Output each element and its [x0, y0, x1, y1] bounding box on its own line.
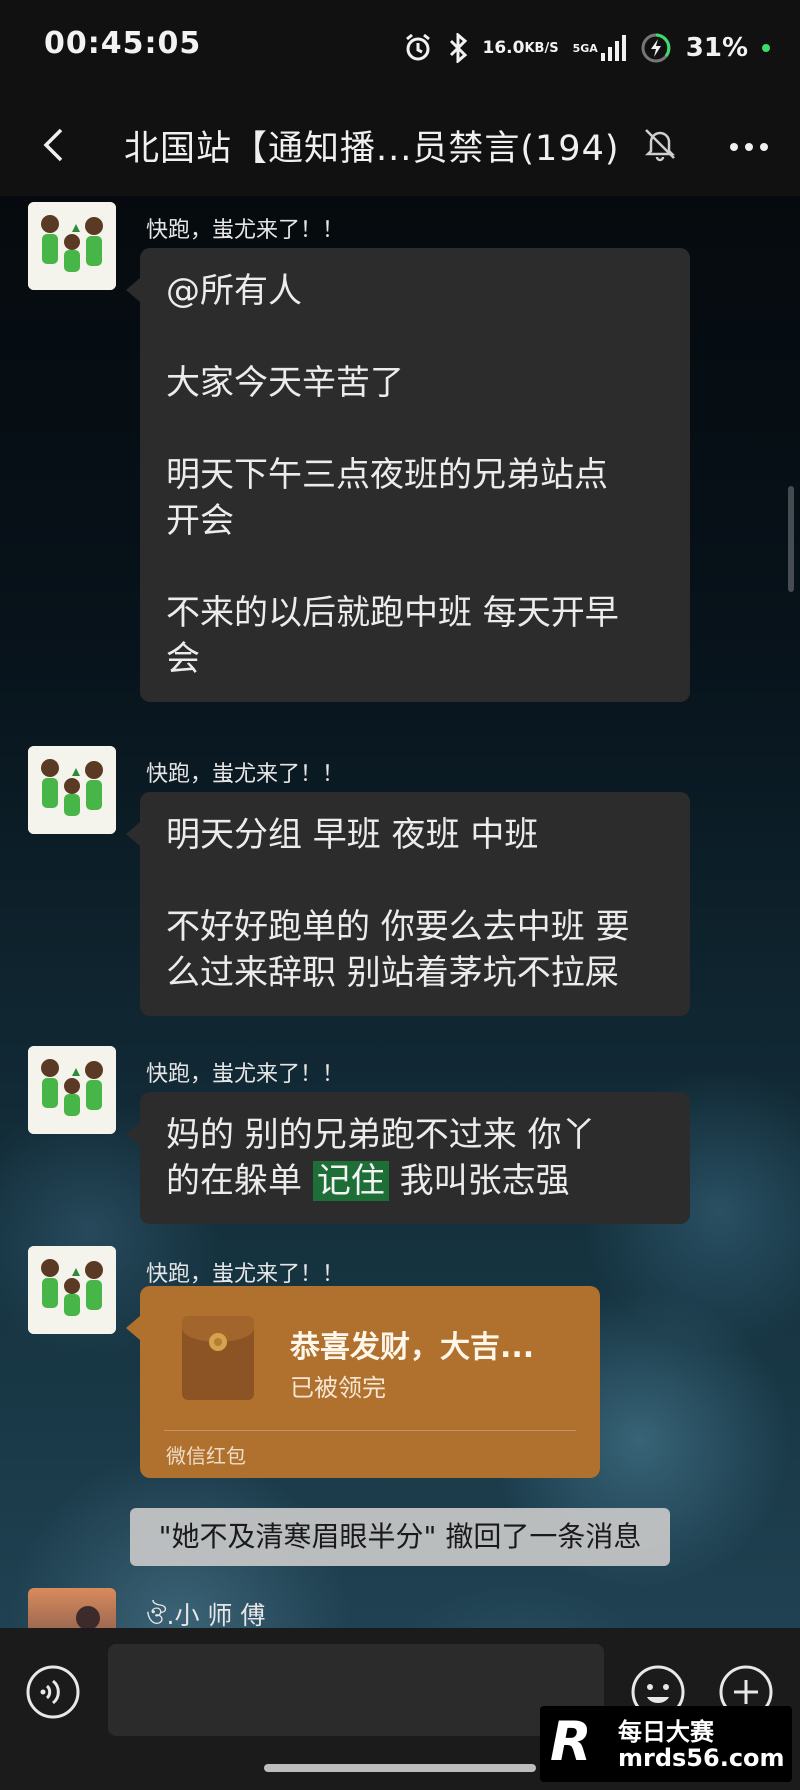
status-bar: 00:45:05 16.0 KB/S 5GA 31%: [0, 0, 800, 96]
bell-muted-icon: [640, 124, 680, 168]
more-dots-icon: [730, 143, 768, 151]
watermark-r-mark: R: [550, 1710, 592, 1773]
message-bubble[interactable]: @所有人 大家今天辛苦了 明天下午三点夜班的兄弟站点 开会 不来的以后就跑中班 …: [126, 248, 690, 702]
message-bubble[interactable]: 妈的 别的兄弟跑不过来 你丫 的在躲单 记住 我叫张志强: [126, 1092, 690, 1224]
sender-name: 快跑，蚩尤来了！！: [146, 762, 345, 787]
network-speed: 16.0 KB/S: [482, 37, 559, 58]
battery-charging-icon: [640, 32, 672, 64]
chat-header: 北国站【通知播...员禁言(194): [0, 96, 800, 196]
alarm-icon: [403, 33, 433, 63]
message-bubble[interactable]: 明天分组 早班 夜班 中班 不好好跑单的 你要么去中班 要 么过来辞职 别站着茅…: [126, 792, 690, 1016]
sender-name: 快跑，蚩尤来了！！: [146, 1062, 345, 1087]
watermark-logo: R 每日大赛 mrds56.com: [540, 1706, 792, 1782]
more-options-button[interactable]: [724, 122, 774, 172]
highlighted-keyword[interactable]: 记住: [312, 1161, 389, 1201]
voice-icon: [26, 1665, 80, 1719]
status-icons: 16.0 KB/S 5GA 31%: [403, 28, 770, 68]
watermark-url: mrds56.com: [618, 1744, 785, 1772]
sender-name: 快跑，蚩尤来了！！: [146, 1262, 345, 1287]
home-indicator[interactable]: [264, 1764, 536, 1772]
voice-input-button[interactable]: [25, 1664, 81, 1720]
sender-name: ঔ.小 师 傅: [146, 1601, 266, 1628]
chat-title[interactable]: 北国站【通知播...员禁言(194): [124, 120, 644, 171]
watermark-name: 每日大赛: [618, 1718, 714, 1746]
scrollbar-thumb[interactable]: [788, 486, 794, 592]
red-packet-title: 恭喜发财，大吉...: [290, 1330, 535, 1365]
message-input[interactable]: [108, 1644, 604, 1736]
red-packet-footer: 微信红包: [166, 1444, 246, 1468]
back-arrow-icon: [43, 128, 63, 162]
bluetooth-icon: [447, 33, 469, 63]
avatar[interactable]: [28, 746, 116, 834]
signal-icon: 5GA: [573, 33, 626, 63]
avatar[interactable]: [28, 202, 116, 290]
recall-notice: "她不及清寒眉眼半分" 撤回了一条消息: [130, 1508, 670, 1566]
red-packet-icon: [180, 1312, 256, 1402]
red-packet-card[interactable]: 恭喜发财，大吉... 已被领完 微信红包: [126, 1286, 600, 1478]
back-button[interactable]: [30, 120, 80, 170]
avatar[interactable]: [28, 1046, 116, 1134]
privacy-indicator-dot: [762, 44, 770, 52]
sender-name: 快跑，蚩尤来了！！: [146, 218, 345, 243]
clock: 00:45:05: [44, 26, 202, 61]
battery-percent: 31%: [685, 33, 748, 63]
avatar[interactable]: [28, 1246, 116, 1334]
divider: [164, 1430, 576, 1431]
chat-message-list[interactable]: 快跑，蚩尤来了！！ @所有人 大家今天辛苦了 明天下午三点夜班的兄弟站点 开会 …: [0, 196, 800, 1628]
red-packet-status: 已被领完: [290, 1374, 386, 1402]
avatar[interactable]: [28, 1588, 116, 1628]
